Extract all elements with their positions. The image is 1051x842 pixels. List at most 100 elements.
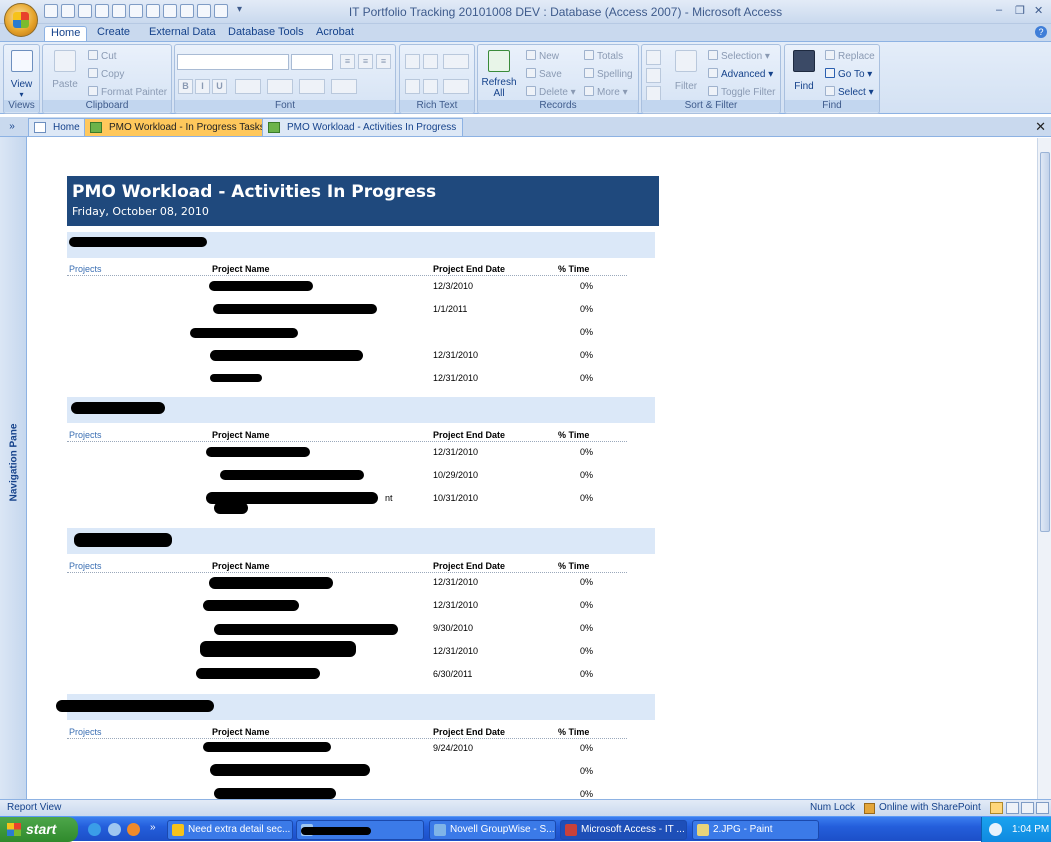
delete-record-button[interactable]: Delete ▾ [526, 86, 576, 98]
totals-button[interactable]: Totals [584, 50, 623, 62]
increase-indent-icon[interactable] [423, 54, 438, 69]
alternate-fill-icon[interactable] [331, 79, 357, 94]
col-project-end-date: Project End Date [433, 561, 506, 571]
font-color-icon[interactable] [235, 79, 261, 94]
decrease-indent-icon[interactable] [405, 54, 420, 69]
highlight-icon[interactable] [443, 79, 469, 94]
go-to-button[interactable]: Go To ▾ [825, 68, 872, 80]
quick-launch-firefox-icon[interactable] [127, 823, 140, 836]
tab-home[interactable]: Home [44, 26, 88, 42]
tab-acrobat[interactable]: Acrobat [312, 26, 358, 42]
font-name-box[interactable] [177, 54, 289, 70]
align-left-button[interactable]: ≡ [340, 54, 355, 69]
find-button[interactable]: Find [785, 81, 823, 92]
redaction-mark [209, 281, 313, 291]
print-preview-view-icon[interactable] [1006, 802, 1019, 814]
office-button[interactable] [4, 3, 38, 37]
copy-button[interactable]: Copy [88, 68, 124, 80]
select-button[interactable]: Select ▾ [825, 86, 874, 98]
time-cell: 0% [580, 281, 594, 291]
start-button[interactable]: start [0, 817, 78, 842]
filter-icon[interactable] [675, 50, 697, 72]
quick-launch-ie-icon[interactable] [88, 823, 101, 836]
close-window-button[interactable]: ✕ [1034, 4, 1043, 17]
redaction-mark [214, 624, 398, 635]
new-record-button[interactable]: New [526, 50, 559, 62]
time-cell: 0% [580, 623, 594, 633]
redaction-mark [301, 827, 371, 835]
spelling-button[interactable]: Spelling [584, 68, 633, 80]
view-dropdown-icon[interactable]: ▾ [4, 89, 39, 100]
vertical-scrollbar[interactable] [1037, 138, 1051, 799]
design-view-icon[interactable] [1036, 802, 1049, 814]
close-document-button[interactable]: ✕ [1035, 119, 1046, 135]
replace-button[interactable]: Replace [825, 50, 875, 62]
end-date-cell: 12/3/2010 [433, 281, 474, 291]
italic-button[interactable]: I [195, 79, 210, 94]
font-size-box[interactable] [291, 54, 333, 70]
group-views: View ▾ Views [3, 44, 40, 114]
tray-arrow-icon[interactable] [989, 823, 1002, 836]
quick-launch-desktop-icon[interactable] [108, 823, 121, 836]
window-title: IT Portfolio Tracking 20101008 DEV : Dat… [348, 5, 783, 19]
taskbar-item-redacted[interactable] [296, 820, 424, 840]
filter-button[interactable]: Filter [666, 81, 706, 92]
nav-pane-toggle[interactable]: » [4, 121, 20, 135]
underline-button[interactable]: U [212, 79, 227, 94]
taskbar-item-groupwise[interactable]: Novell GroupWise - S... [429, 820, 556, 840]
sort-ascending-icon[interactable] [646, 50, 661, 65]
doc-tab-in-progress-tasks[interactable]: PMO Workload - In Progress Tasks [84, 118, 272, 136]
tab-create[interactable]: Create [93, 26, 134, 42]
status-num-lock: Num Lock [810, 802, 856, 813]
selection-button[interactable]: Selection ▾ [708, 50, 770, 62]
time-cell: 0% [580, 327, 594, 337]
paste-icon[interactable] [54, 50, 76, 72]
binoculars-icon[interactable] [793, 50, 815, 72]
taskbar-item-access[interactable]: Microsoft Access - IT ... [560, 820, 687, 840]
clear-sort-icon[interactable] [646, 86, 661, 101]
groupwise-icon [434, 824, 446, 836]
sort-descending-icon[interactable] [646, 68, 661, 83]
help-icon[interactable]: ? [1035, 26, 1047, 38]
save-record-button[interactable]: Save [526, 68, 562, 80]
cut-button[interactable]: Cut [88, 50, 117, 62]
align-center-button[interactable]: ≡ [358, 54, 373, 69]
time-cell: 0% [580, 350, 594, 360]
scrollbar-thumb[interactable] [1040, 152, 1050, 532]
ribbon: View ▾ Views Paste Cut Copy Format Paint… [0, 41, 1051, 114]
quick-launch-chevron[interactable]: » [150, 822, 156, 833]
layout-view-icon[interactable] [1021, 802, 1034, 814]
refresh-icon[interactable] [488, 50, 510, 72]
view-icon[interactable] [11, 50, 33, 72]
more-button[interactable]: More ▾ [584, 86, 628, 98]
navigation-pane[interactable]: Navigation Pane [0, 137, 27, 799]
minimize-button[interactable]: – [996, 4, 1002, 16]
paragraph-direction-icon[interactable] [443, 54, 469, 69]
col-project-end-date: Project End Date [433, 430, 506, 440]
bullets-icon[interactable] [423, 79, 438, 94]
redaction-mark [213, 304, 377, 314]
toggle-filter-button[interactable]: Toggle Filter [708, 86, 775, 98]
doc-tab-home[interactable]: Home [28, 118, 87, 136]
redaction-mark [206, 447, 310, 457]
refresh-all-button[interactable]: Refresh All [478, 77, 520, 99]
paste-button[interactable]: Paste [43, 79, 87, 90]
ribbon-tab-row: Home Create External Data Database Tools… [0, 24, 1051, 42]
tab-external-data[interactable]: External Data [145, 26, 220, 42]
col-project-name: Project Name [212, 561, 270, 571]
advanced-button[interactable]: Advanced ▾ [708, 68, 773, 80]
taskbar-item-email[interactable]: Need extra detail sec... [167, 820, 293, 840]
bold-button[interactable]: B [178, 79, 193, 94]
tab-database-tools[interactable]: Database Tools [224, 26, 308, 42]
align-right-button[interactable]: ≡ [376, 54, 391, 69]
report-view-icon[interactable] [990, 802, 1003, 814]
fill-color-icon[interactable] [267, 79, 293, 94]
taskbar-item-paint[interactable]: 2.JPG - Paint [692, 820, 819, 840]
group-label-clipboard: Clipboard [43, 100, 171, 112]
format-painter-button[interactable]: Format Painter [88, 86, 167, 98]
gridlines-icon[interactable] [299, 79, 325, 94]
redaction-mark [200, 641, 356, 657]
doc-tab-activities-in-progress[interactable]: PMO Workload - Activities In Progress [262, 118, 464, 136]
restore-button[interactable]: ❐ [1015, 4, 1025, 17]
numbering-icon[interactable] [405, 79, 420, 94]
